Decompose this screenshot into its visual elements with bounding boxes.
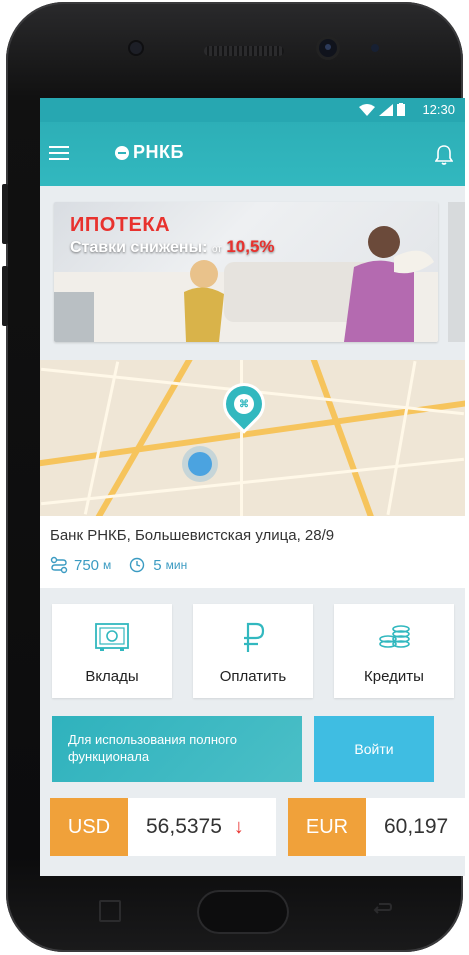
usd-code: USD [50, 798, 128, 856]
branch-time-unit: мин [165, 558, 188, 572]
credits-tile[interactable]: Кредиты [334, 604, 454, 698]
banner-from: от [211, 244, 222, 255]
pay-tile[interactable]: Оплатить [193, 604, 313, 698]
branch-map[interactable]: ⌘ [40, 360, 465, 516]
iris-sensor [371, 44, 379, 52]
status-bar: 12:30 [40, 98, 465, 122]
deposits-label: Вклады [85, 668, 139, 685]
bixby-button [2, 266, 8, 326]
banner-subtitle-text: Ставки снижены: [70, 239, 208, 256]
signal-icon [379, 103, 393, 116]
logo-text: РНКБ [133, 142, 184, 162]
back-icon[interactable] [371, 900, 393, 918]
banner-title: ИПОТЕКА [70, 214, 171, 236]
eur-code: EUR [288, 798, 366, 856]
front-camera [319, 39, 337, 57]
branch-map-pin-icon[interactable]: ⌘ [218, 378, 270, 430]
phone-frame: 12:30 РНКБ ИПОТЕКА Ставки снижены: от 10… [2, 2, 465, 952]
current-location-icon [188, 452, 212, 476]
branch-name: Банк РНКБ, Большевистская улица, 28/9 [50, 527, 335, 544]
bank-logo: РНКБ [115, 142, 184, 163]
proximity-sensor [130, 42, 142, 54]
status-icons [359, 103, 405, 116]
banner-rate: 10,5% [226, 237, 275, 256]
safe-icon [95, 623, 129, 651]
recent-apps-icon[interactable] [99, 900, 121, 922]
eur-value: 60,197 [384, 815, 449, 838]
volume-button [2, 184, 8, 244]
screen: 12:30 РНКБ ИПОТЕКА Ставки снижены: от 10… [40, 98, 465, 876]
next-banner-peek[interactable] [448, 202, 465, 342]
branch-meta: 750 м 5 мин [50, 556, 187, 574]
mortgage-banner[interactable]: ИПОТЕКА Ставки снижены: от 10,5% [54, 202, 438, 342]
app-bar: РНКБ [40, 122, 465, 186]
full-access-promo: Для использования полного функционала [52, 716, 302, 782]
menu-icon[interactable] [49, 146, 69, 162]
banner-subtitle: Ставки снижены: от 10,5% [70, 237, 275, 257]
pay-label: Оплатить [219, 668, 287, 685]
usd-value: 56,5375 [146, 815, 222, 838]
route-icon [50, 556, 68, 574]
coins-icon [379, 625, 410, 648]
usd-rate: 56,5375 ↓ [128, 798, 276, 856]
branch-time: 5 [153, 556, 162, 574]
branch-distance: 750 [74, 556, 100, 574]
logo-mark-icon [115, 145, 129, 160]
ruble-icon [244, 622, 265, 652]
login-button[interactable]: Войти [314, 716, 434, 782]
bell-icon[interactable] [435, 144, 453, 166]
battery-icon [397, 103, 405, 116]
currency-rates: USD 56,5375 ↓ EUR 60,197 [50, 798, 465, 856]
status-time: 12:30 [422, 102, 455, 117]
eur-rate: 60,197 [366, 798, 465, 856]
action-tiles: Вклады Оплатить Кредиты [52, 604, 454, 698]
branch-distance-unit: м [103, 558, 112, 572]
deposits-tile[interactable]: Вклады [52, 604, 172, 698]
branch-card[interactable]: Банк РНКБ, Большевистская улица, 28/9 75… [40, 516, 465, 588]
wifi-icon [359, 103, 375, 116]
credits-label: Кредиты [364, 668, 424, 685]
earpiece-speaker [204, 46, 284, 56]
clock-icon [130, 557, 145, 573]
promo-text: Для использования полного функционала [68, 732, 237, 764]
down-arrow-icon: ↓ [233, 815, 244, 838]
home-button[interactable] [197, 890, 289, 934]
